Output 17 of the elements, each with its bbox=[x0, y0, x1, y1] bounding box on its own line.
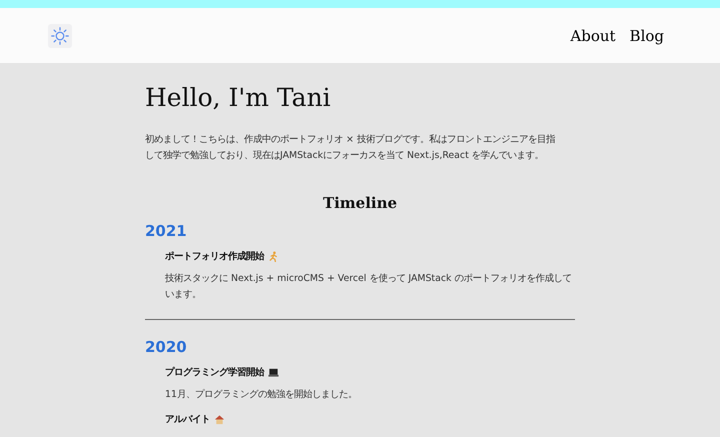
page-title: Hello, I'm Tani bbox=[145, 83, 332, 112]
event-description: 技術スタックに Next.js + microCMS + Vercel を使って JAMStack のポートフォリオを作成しています。 bbox=[165, 272, 572, 302]
intro-paragraph: 初めまして！こちらは、作成中のポートフォリオ × 技術ブログです。私はフロントエンジニアを目指して独学で勉強しており、現在はJAMStackにフォーカスを当て Next.js,React を学んでいます。 bbox=[145, 133, 556, 163]
event-title: ポートフォリオ作成開始 bbox=[165, 250, 264, 263]
event-title: アルバイト bbox=[165, 413, 210, 426]
theme-toggle-button[interactable] bbox=[48, 24, 72, 48]
nav-link[interactable]: Blog bbox=[630, 26, 664, 44]
year-heading: 2021 bbox=[145, 222, 188, 240]
runner-icon bbox=[268, 251, 279, 262]
house-icon bbox=[214, 414, 225, 425]
year-heading: 2020 bbox=[145, 338, 188, 356]
event-description: 11月、プログラミングの勉強を開始しました。 bbox=[165, 388, 358, 402]
event-title: プログラミング学習開始 bbox=[165, 366, 264, 379]
laptop-icon bbox=[268, 367, 279, 378]
timeline-heading: Timeline bbox=[322, 194, 398, 212]
sun-icon bbox=[51, 26, 69, 44]
nav-link[interactable]: About bbox=[570, 26, 616, 44]
